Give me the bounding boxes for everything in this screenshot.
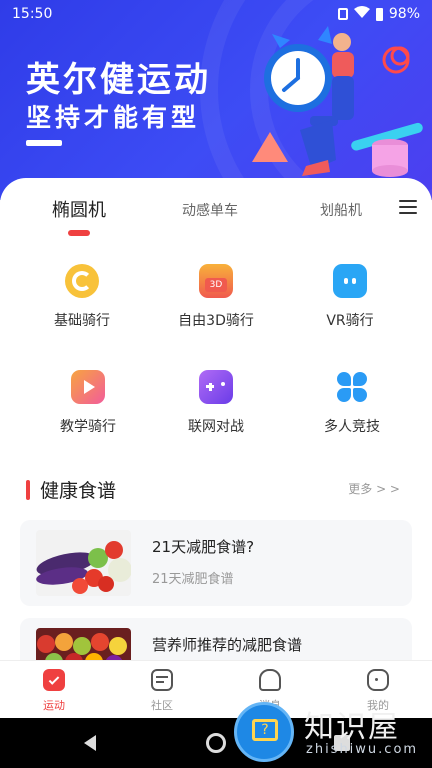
mode-label: 多人竞技 <box>324 419 380 435</box>
hero-underline <box>26 140 62 146</box>
tab-spin-bike[interactable]: 动感单车 <box>182 200 238 220</box>
watermark-brand: 知识屋 <box>304 710 400 745</box>
hero-banner[interactable]: 15:50 98% 英尔健运动 坚持才能有型 <box>0 0 432 200</box>
menu-icon[interactable] <box>399 200 417 216</box>
gamepad-icon <box>199 370 233 404</box>
vr-icon <box>333 264 367 298</box>
mode-basic-ride[interactable]: 基础骑行 <box>22 264 142 330</box>
section-header: 健康食谱 <box>26 476 116 503</box>
clover-icon <box>335 370 369 404</box>
community-icon <box>151 669 173 691</box>
recipe-subtitle: 21天减肥食谱 <box>152 572 234 587</box>
nav-label: 社区 <box>151 699 173 712</box>
more-link[interactable]: 更多 > > <box>348 480 400 497</box>
play-icon <box>71 370 105 404</box>
nav-sport[interactable]: 运动 <box>24 669 84 713</box>
main-card: 椭圆机 动感单车 划船机 基础骑行 3D 自由3D骑行 VR骑行 教学骑行 联网… <box>0 178 432 704</box>
mode-online-battle[interactable]: 联网对战 <box>156 370 276 436</box>
vibrate-icon <box>337 8 348 20</box>
equipment-tabs: 椭圆机 动感单车 划船机 <box>0 196 432 236</box>
mode-multiplayer[interactable]: 多人竞技 <box>292 370 412 436</box>
hero-subtitle: 坚持才能有型 <box>26 103 201 132</box>
sport-icon <box>43 669 65 691</box>
mode-label: 联网对战 <box>188 419 244 435</box>
mode-label: 教学骑行 <box>60 419 116 435</box>
back-icon[interactable] <box>84 735 96 751</box>
recipe-title: 21天减肥食谱? <box>152 538 255 556</box>
home-icon[interactable] <box>206 733 226 753</box>
nav-label: 运动 <box>43 699 65 712</box>
section-title: 健康食谱 <box>40 480 117 502</box>
mode-label: VR骑行 <box>326 313 374 329</box>
hero-title: 英尔健运动 <box>26 60 211 100</box>
ring-icon <box>65 264 99 298</box>
mode-free-3d-ride[interactable]: 3D 自由3D骑行 <box>156 264 276 330</box>
section-marker <box>26 479 30 500</box>
3d-icon: 3D <box>199 264 233 298</box>
nav-community[interactable]: 社区 <box>132 669 192 713</box>
recipe-thumbnail <box>36 530 131 596</box>
watermark-logo-icon: ? <box>234 702 294 762</box>
tab-elliptical[interactable]: 椭圆机 <box>52 196 106 222</box>
mode-vr-ride[interactable]: VR骑行 <box>290 264 410 330</box>
recipe-card[interactable]: 21天减肥食谱? 21天减肥食谱 <box>20 520 412 606</box>
watermark-domain: zhishiwu.com <box>306 742 419 757</box>
status-time: 15:50 <box>12 6 53 22</box>
profile-icon <box>367 669 389 691</box>
hero-illustration <box>252 26 423 177</box>
bell-icon <box>259 669 281 691</box>
recipe-title: 营养师推荐的减肥食谱 <box>152 636 303 654</box>
mode-teaching-ride[interactable]: 教学骑行 <box>28 370 148 436</box>
watermark: ? 知识屋 zhishiwu.com <box>232 700 432 762</box>
mode-label: 基础骑行 <box>54 313 110 329</box>
tab-indicator <box>68 230 90 236</box>
tab-rowing-machine[interactable]: 划船机 <box>320 200 362 220</box>
mode-label: 自由3D骑行 <box>178 313 254 329</box>
battery-icon <box>375 7 383 21</box>
